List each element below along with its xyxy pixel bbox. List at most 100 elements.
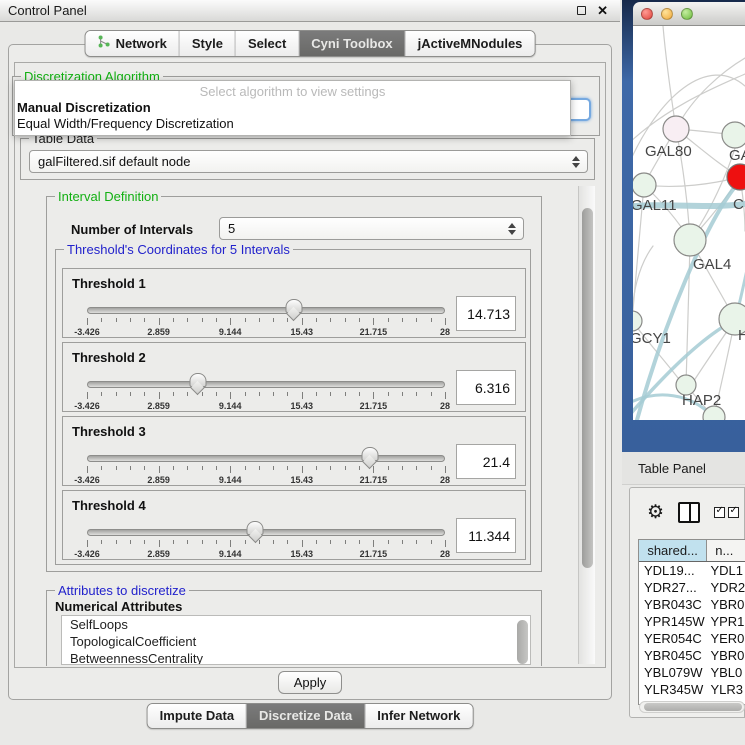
network-edges bbox=[633, 26, 745, 420]
slider-ticks bbox=[87, 540, 445, 548]
table-row[interactable]: YER054CYER0 bbox=[639, 630, 745, 647]
table-row[interactable]: YDR27...YDR2 bbox=[639, 579, 745, 596]
table-row[interactable]: YBR045CYBR0 bbox=[639, 647, 745, 664]
table-row[interactable]: YPR145WYPR1 bbox=[639, 613, 745, 630]
node-label: GAL4 bbox=[693, 256, 731, 273]
tab-style[interactable]: Style bbox=[180, 31, 236, 56]
cell-name: YBL0 bbox=[707, 664, 745, 681]
column-header-name[interactable]: n... bbox=[707, 540, 745, 561]
tab-jactivemnodules[interactable]: jActiveMNodules bbox=[406, 31, 535, 56]
slider-thumb[interactable] bbox=[247, 521, 264, 542]
tick-mark bbox=[87, 540, 88, 547]
attribute-list-item[interactable]: BetweennessCentrality bbox=[62, 650, 530, 665]
network-node-gal4[interactable] bbox=[674, 224, 706, 256]
tick-mark bbox=[316, 318, 317, 322]
tick-mark bbox=[431, 392, 432, 396]
slider-track[interactable] bbox=[87, 307, 445, 314]
attribute-list-item[interactable]: SelfLoops bbox=[62, 616, 530, 633]
network-node-gal11[interactable] bbox=[633, 173, 656, 197]
tick-mark bbox=[173, 318, 174, 322]
group-title: Attributes to discretize bbox=[55, 583, 189, 598]
slider-track[interactable] bbox=[87, 381, 445, 388]
tick-mark bbox=[273, 318, 274, 322]
tab-network[interactable]: Network bbox=[86, 31, 180, 56]
cell-shared-name: YLR345W bbox=[639, 681, 707, 698]
tick-mark bbox=[273, 392, 274, 396]
threshold-slider[interactable]: -3.4262.8599.14415.4321.71528 bbox=[87, 447, 445, 485]
threshold-slider[interactable]: -3.4262.8599.14415.4321.71528 bbox=[87, 521, 445, 559]
cell-name: YER0 bbox=[707, 630, 745, 647]
tab-label: Discretize Data bbox=[259, 708, 352, 723]
tick-mark bbox=[287, 540, 288, 544]
threshold-value-field[interactable] bbox=[456, 444, 516, 479]
panel-title: Control Panel bbox=[8, 3, 577, 18]
attribute-list-item[interactable]: TopologicalCoefficient bbox=[62, 633, 530, 650]
table-data-combobox[interactable]: galFiltered.sif default node bbox=[29, 150, 588, 173]
threshold-value-field[interactable] bbox=[456, 518, 516, 553]
numerical-attributes-list[interactable]: SelfLoopsTopologicalCoefficientBetweenne… bbox=[61, 615, 531, 665]
network-canvas[interactable]: GAL80GACGAL11GAL4GCY1HHAP2 bbox=[633, 26, 745, 420]
dropdown-option[interactable]: Equal Width/Frequency Discretization bbox=[15, 115, 570, 131]
network-node-c[interactable] bbox=[727, 164, 745, 190]
table-row[interactable]: YBL079WYBL0 bbox=[639, 664, 745, 681]
table-row[interactable]: YLR345WYLR3 bbox=[639, 681, 745, 698]
tick-mark bbox=[402, 466, 403, 470]
float-window-icon[interactable] bbox=[577, 6, 586, 15]
group-title: Threshold's Coordinates for 5 Intervals bbox=[64, 242, 293, 257]
minimize-traffic-light[interactable] bbox=[661, 8, 673, 20]
tab-select[interactable]: Select bbox=[236, 31, 299, 56]
threshold-value-field[interactable] bbox=[456, 370, 516, 405]
tick-mark bbox=[173, 466, 174, 470]
tick-mark bbox=[402, 392, 403, 396]
threshold-slider[interactable]: -3.4262.8599.14415.4321.71528 bbox=[87, 373, 445, 411]
tab-discretize-data[interactable]: Discretize Data bbox=[247, 704, 365, 728]
num-intervals-combobox[interactable]: 5 bbox=[219, 217, 524, 240]
threshold-slider[interactable]: -3.4262.8599.14415.4321.71528 bbox=[87, 299, 445, 337]
tick-mark bbox=[302, 392, 303, 399]
list-scrollbar[interactable] bbox=[517, 620, 528, 664]
tab-impute-data[interactable]: Impute Data bbox=[148, 704, 247, 728]
close-icon[interactable]: ✕ bbox=[597, 3, 608, 19]
tick-mark bbox=[259, 318, 260, 322]
slider-track[interactable] bbox=[87, 455, 445, 462]
network-node-gal80[interactable] bbox=[663, 116, 689, 142]
zoom-traffic-light[interactable] bbox=[681, 8, 693, 20]
slider-track[interactable] bbox=[87, 529, 445, 536]
tab-infer-network[interactable]: Infer Network bbox=[365, 704, 472, 728]
threshold-value-field[interactable] bbox=[456, 296, 516, 331]
tick-mark bbox=[287, 466, 288, 470]
tick-label: 9.144 bbox=[219, 549, 242, 559]
tick-mark bbox=[330, 466, 331, 470]
tab-label: Style bbox=[192, 36, 223, 51]
tick-mark bbox=[345, 540, 346, 544]
apply-button[interactable]: Apply bbox=[278, 671, 342, 694]
table-hscrollbar-thumb[interactable] bbox=[644, 703, 742, 711]
gear-icon[interactable]: ⚙ bbox=[647, 503, 664, 522]
table-horizontal-scrollbar[interactable] bbox=[639, 701, 745, 713]
tick-mark bbox=[445, 540, 446, 547]
table-panel-header: Table Panel bbox=[622, 452, 745, 485]
tick-mark bbox=[159, 318, 160, 325]
tab-cyni-toolbox[interactable]: Cyni Toolbox bbox=[299, 31, 405, 56]
algorithm-dropdown-popup: Select algorithm to view settings Manual… bbox=[14, 80, 571, 136]
panel-scrollbar-thumb[interactable] bbox=[582, 208, 593, 568]
tick-mark bbox=[173, 392, 174, 396]
tick-mark bbox=[187, 540, 188, 544]
column-header-shared-name[interactable]: shared... bbox=[639, 540, 707, 561]
checkbox-icon[interactable] bbox=[728, 507, 739, 518]
table-row[interactable]: YBR043CYBR0 bbox=[639, 596, 745, 613]
slider-thumb[interactable] bbox=[189, 373, 206, 394]
panel-scrollbar[interactable] bbox=[578, 186, 595, 664]
split-columns-icon[interactable] bbox=[678, 502, 700, 523]
tick-mark bbox=[101, 466, 102, 470]
slider-thumb[interactable] bbox=[285, 299, 302, 320]
network-node-ga[interactable] bbox=[722, 122, 745, 148]
checkbox-icon[interactable] bbox=[714, 507, 725, 518]
network-node-gcy1[interactable] bbox=[633, 311, 642, 331]
cell-shared-name: YDR27... bbox=[639, 579, 707, 596]
tick-mark bbox=[345, 392, 346, 396]
table-row[interactable]: YDL19...YDL1 bbox=[639, 562, 745, 579]
slider-thumb[interactable] bbox=[361, 447, 378, 468]
close-traffic-light[interactable] bbox=[641, 8, 653, 20]
dropdown-option[interactable]: Manual Discretization bbox=[15, 99, 570, 115]
